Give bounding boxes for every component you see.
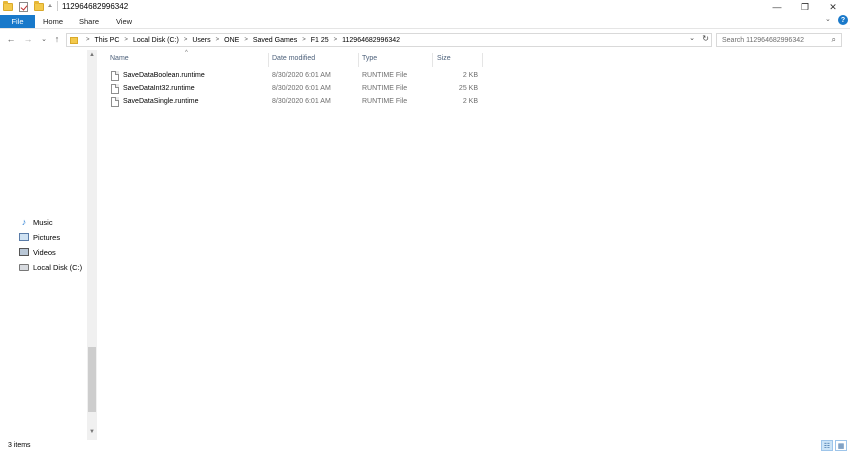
column-divider[interactable] [358, 53, 359, 67]
column-header-size[interactable]: Size [437, 55, 451, 62]
file-list: ^ Name Date modified Type Size SaveDataB… [106, 50, 850, 440]
column-header-date-modified[interactable]: Date modified [272, 55, 315, 62]
file-type: RUNTIME File [362, 85, 408, 92]
item-count: 3 items [8, 442, 31, 449]
sidebar-item-pictures[interactable]: Pictures [19, 231, 60, 243]
new-folder-icon[interactable] [34, 1, 44, 13]
sidebar-item-videos[interactable]: Videos [19, 246, 56, 258]
address-dropdown-icon[interactable]: ⌄ [689, 34, 695, 42]
breadcrumb-separator[interactable]: > [184, 37, 188, 43]
table-row[interactable]: SaveDataBoolean.runtime 8/30/2020 6:01 A… [106, 70, 483, 83]
ribbon-tabs: File Home Share View [0, 14, 850, 29]
recent-locations-button[interactable]: ⌄ [38, 33, 50, 45]
file-icon [111, 71, 119, 81]
window-title: 112964682996342 [62, 2, 129, 11]
breadcrumb-separator[interactable]: > [302, 37, 306, 43]
tab-view[interactable]: View [109, 15, 139, 28]
search-icon: ⌕ [831, 35, 836, 44]
maximize-button[interactable]: ❐ [791, 0, 819, 14]
breadcrumb-separator: > [86, 37, 90, 43]
file-type: RUNTIME File [362, 98, 408, 105]
sidebar-item-music[interactable]: ♪ Music [19, 216, 53, 228]
refresh-icon[interactable]: ↻ [702, 34, 709, 43]
minimize-button[interactable]: — [763, 0, 791, 14]
breadcrumb-separator[interactable]: > [334, 37, 338, 43]
help-icon[interactable]: ? [838, 15, 848, 25]
breadcrumb-saved-games[interactable]: Saved Games [253, 37, 297, 44]
tab-file[interactable]: File [0, 15, 35, 28]
status-bar: 3 items ☷ ▦ [0, 440, 850, 453]
file-name[interactable]: SaveDataInt32.runtime [123, 85, 195, 92]
sidebar-item-local-disk[interactable]: Local Disk (C:) [19, 261, 82, 273]
sidebar-item-label: Videos [33, 247, 56, 257]
breadcrumb-separator[interactable]: > [244, 37, 248, 43]
breadcrumb-local-disk[interactable]: Local Disk (C:) [133, 37, 179, 44]
file-size: 25 KB [458, 85, 478, 92]
up-button[interactable]: ↑ [51, 33, 63, 45]
table-row[interactable]: SaveDataSingle.runtime 8/30/2020 6:01 AM… [106, 96, 483, 109]
file-icon [111, 84, 119, 94]
title-bar: ⩡ 112964682996342 — ❐ ✕ [0, 0, 850, 14]
file-type: RUNTIME File [362, 72, 408, 79]
sidebar-item-label: Local Disk (C:) [33, 262, 83, 272]
table-row[interactable]: SaveDataInt32.runtime 8/30/2020 6:01 AM … [106, 83, 483, 96]
file-size: 2 KB [462, 98, 478, 105]
column-header-name[interactable]: Name [110, 55, 129, 62]
large-icons-view-icon[interactable]: ▦ [835, 440, 847, 451]
ribbon-collapse-icon[interactable]: ⌄ [825, 15, 831, 23]
column-header-row: Name Date modified Type Size [106, 53, 483, 67]
properties-icon[interactable] [19, 1, 28, 13]
details-view-icon[interactable]: ☷ [821, 440, 833, 451]
music-icon: ♪ [21, 217, 27, 227]
address-bar[interactable]: > This PC > Local Disk (C:) > Users > ON… [66, 33, 712, 47]
breadcrumb-current-folder[interactable]: 112964682996342 [342, 37, 400, 44]
column-divider[interactable] [482, 53, 483, 67]
videos-icon [19, 247, 29, 257]
forward-button[interactable]: → [22, 33, 34, 45]
scroll-down-icon[interactable]: ▼ [89, 429, 95, 435]
file-name[interactable]: SaveDataBoolean.runtime [123, 72, 205, 79]
column-divider[interactable] [268, 53, 269, 67]
search-input[interactable]: Search 112964682996342 ⌕ [716, 33, 842, 47]
breadcrumb-users[interactable]: Users [192, 37, 210, 44]
search-placeholder: Search 112964682996342 [722, 36, 805, 44]
column-divider[interactable] [432, 53, 433, 67]
sidebar-item-label: Music [33, 217, 53, 227]
folder-icon [3, 1, 13, 13]
breadcrumb: > This PC > Local Disk (C:) > Users > ON… [81, 37, 400, 44]
breadcrumb-this-pc[interactable]: This PC [95, 37, 120, 44]
close-button[interactable]: ✕ [819, 0, 847, 14]
scroll-up-icon[interactable]: ▲ [89, 52, 95, 58]
tab-share[interactable]: Share [74, 15, 104, 28]
scrollbar-thumb[interactable] [88, 347, 96, 412]
divider [57, 1, 58, 11]
customize-toolbar-icon[interactable]: ⩡ [48, 1, 52, 13]
breadcrumb-one[interactable]: ONE [224, 37, 239, 44]
back-button[interactable]: ← [5, 33, 17, 45]
file-date: 8/30/2020 6:01 AM [272, 85, 331, 92]
file-icon [111, 97, 119, 107]
navigation-pane: ♪ Music Pictures Videos Local Disk (C:) … [0, 50, 97, 440]
file-date: 8/30/2020 6:01 AM [272, 98, 331, 105]
pictures-icon [19, 232, 29, 242]
sidebar-item-label: Pictures [33, 232, 61, 242]
navigation-scrollbar[interactable]: ▲ ▼ [87, 50, 97, 440]
disk-icon [19, 262, 29, 272]
file-size: 2 KB [462, 72, 478, 79]
column-header-type[interactable]: Type [362, 55, 377, 62]
folder-icon [70, 36, 78, 44]
file-date: 8/30/2020 6:01 AM [272, 72, 331, 79]
breadcrumb-f1-25[interactable]: F1 25 [311, 37, 329, 44]
file-name[interactable]: SaveDataSingle.runtime [123, 98, 199, 105]
tab-home[interactable]: Home [38, 15, 68, 28]
breadcrumb-separator[interactable]: > [216, 37, 220, 43]
breadcrumb-separator[interactable]: > [124, 37, 128, 43]
navigation-bar: ← → ⌄ ↑ > This PC > Local Disk (C:) > Us… [0, 31, 850, 48]
